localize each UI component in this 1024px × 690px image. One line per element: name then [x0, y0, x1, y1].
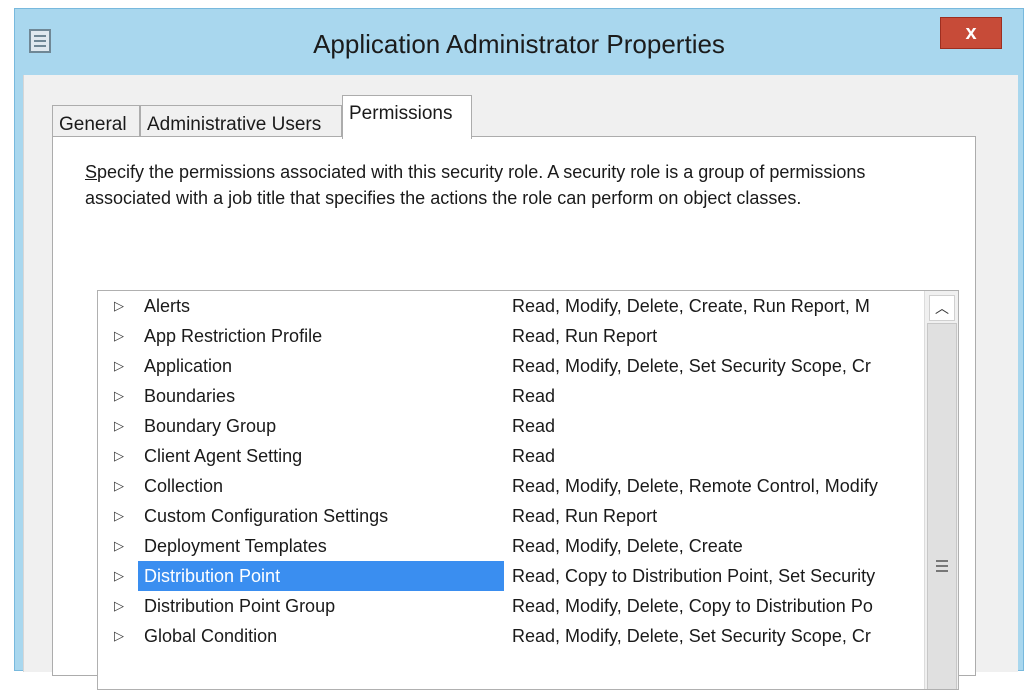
expand-arrow-icon[interactable]: ▷: [114, 591, 124, 621]
object-class-name: Custom Configuration Settings: [144, 506, 389, 526]
description-text: Specify the permissions associated with …: [85, 159, 945, 211]
object-class-name: App Restriction Profile: [144, 326, 323, 346]
list-item[interactable]: ▷ Custom Configuration Settings Read, Ru…: [98, 501, 918, 531]
expand-arrow-icon[interactable]: ▷: [114, 321, 124, 351]
list-item[interactable]: ▷ Client Agent Setting Read: [98, 441, 918, 471]
permission-values: Read, Modify, Delete, Remote Control, Mo…: [512, 476, 878, 496]
expand-arrow-icon[interactable]: ▷: [114, 291, 124, 321]
dialog-body: General Administrative Users Permissions…: [23, 75, 1018, 690]
grip-icon: [936, 560, 948, 575]
scroll-thumb[interactable]: [927, 323, 957, 689]
list-item[interactable]: ▷ Collection Read, Modify, Delete, Remot…: [98, 471, 918, 501]
list-item[interactable]: ▷ Alerts Read, Modify, Delete, Create, R…: [98, 291, 918, 321]
permission-values: Read, Modify, Delete, Set Security Scope…: [512, 626, 871, 646]
permissions-list[interactable]: ▷ Alerts Read, Modify, Delete, Create, R…: [97, 290, 959, 690]
expand-arrow-icon[interactable]: ▷: [114, 561, 124, 591]
expand-arrow-icon[interactable]: ▷: [114, 411, 124, 441]
object-class-name: Collection: [144, 476, 224, 496]
list-item[interactable]: ▷ Boundaries Read: [98, 381, 918, 411]
permission-values: Read, Modify, Delete, Copy to Distributi…: [512, 596, 873, 616]
mnemonic-letter: S: [85, 162, 98, 182]
title-bar[interactable]: Application Administrator Properties x: [15, 9, 1023, 75]
list-item[interactable]: ▷ Distribution Point Group Read, Modify,…: [98, 591, 918, 621]
tab-label: Permissions: [349, 103, 453, 124]
description-body: pecify the permissions associated with t…: [85, 162, 866, 208]
object-class-name: Deployment Templates: [144, 536, 327, 556]
object-class-name: Client Agent Setting: [144, 446, 303, 466]
object-class-name: Distribution Point: [138, 561, 504, 591]
list-item[interactable]: ▷ Global Condition Read, Modify, Delete,…: [98, 621, 918, 651]
permission-values: Read: [512, 416, 556, 436]
tab-permissions[interactable]: Permissions: [342, 95, 472, 139]
vertical-scrollbar[interactable]: ︿: [924, 291, 958, 689]
expand-arrow-icon[interactable]: ▷: [114, 501, 124, 531]
permissions-panel: Specify the permissions associated with …: [52, 136, 976, 690]
object-class-name: Application: [144, 356, 233, 376]
list-item-selected[interactable]: ▷ Distribution Point Read, Copy to Distr…: [98, 561, 918, 591]
expand-arrow-icon[interactable]: ▷: [114, 621, 124, 651]
permission-values: Read, Modify, Delete, Create, Run Report…: [512, 296, 870, 316]
list-item[interactable]: ▷ Deployment Templates Read, Modify, Del…: [98, 531, 918, 561]
expand-arrow-icon[interactable]: ▷: [114, 351, 124, 381]
permission-values: Read: [512, 446, 556, 466]
permission-values: Read, Run Report: [512, 326, 658, 346]
list-item[interactable]: ▷ App Restriction Profile Read, Run Repo…: [98, 321, 918, 351]
permission-values: Read: [512, 386, 556, 406]
list-item[interactable]: ▷ Boundary Group Read: [98, 411, 918, 441]
expand-arrow-icon[interactable]: ▷: [114, 441, 124, 471]
tab-label: Administrative Users: [147, 114, 322, 135]
permission-values: Read, Copy to Distribution Point, Set Se…: [512, 566, 876, 586]
permission-values: Read, Modify, Delete, Set Security Scope…: [512, 356, 871, 376]
permission-values: Read, Run Report: [512, 506, 658, 526]
tab-label: General: [59, 114, 127, 135]
scroll-up-arrow-icon[interactable]: ︿: [929, 295, 955, 321]
properties-window: Application Administrator Properties x G…: [14, 8, 1024, 690]
permission-values: Read, Modify, Delete, Create: [512, 536, 743, 556]
expand-arrow-icon[interactable]: ▷: [114, 381, 124, 411]
object-class-name: Boundaries: [144, 386, 236, 406]
expand-arrow-icon[interactable]: ▷: [114, 531, 124, 561]
object-class-name: Global Condition: [144, 626, 278, 646]
object-class-name: Boundary Group: [144, 416, 277, 436]
window-title: Application Administrator Properties: [313, 29, 725, 59]
list-item[interactable]: ▷ Application Read, Modify, Delete, Set …: [98, 351, 918, 381]
object-class-name: Distribution Point Group: [144, 596, 336, 616]
close-button[interactable]: x: [940, 17, 1002, 49]
object-class-name: Alerts: [144, 296, 191, 316]
expand-arrow-icon[interactable]: ▷: [114, 471, 124, 501]
